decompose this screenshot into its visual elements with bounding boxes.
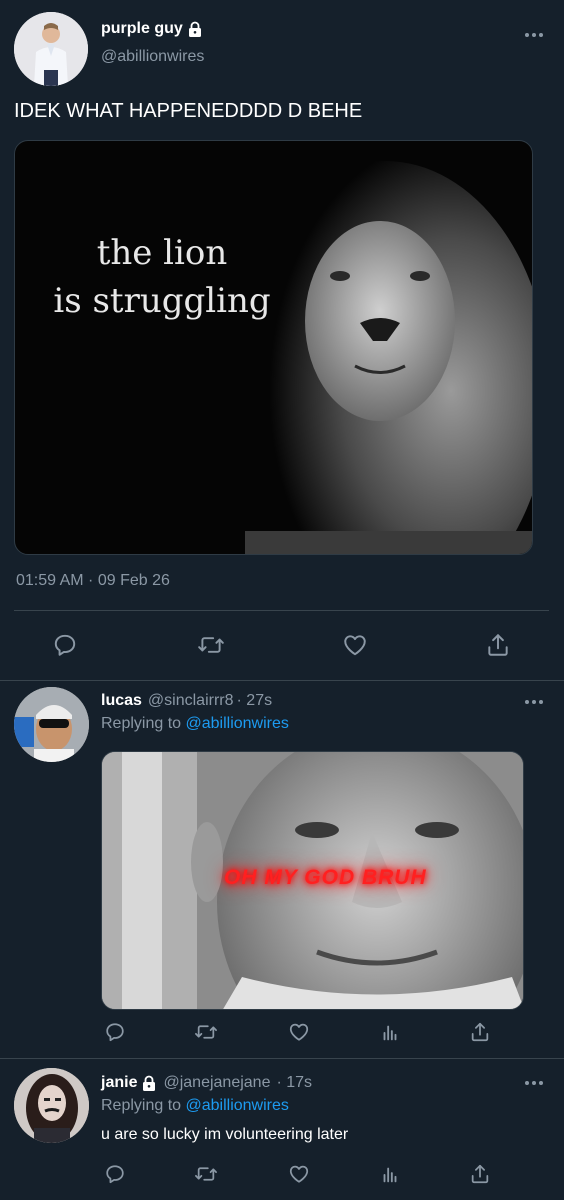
share-icon (471, 1164, 489, 1184)
tweet-text: IDEK WHAT HAPPENEDDDD D BEHE (14, 100, 363, 122)
reply-time: · 17s (276, 1074, 313, 1091)
share-button[interactable] (460, 1154, 500, 1194)
reply-display-name[interactable]: janie (101, 1074, 137, 1092)
lock-icon (143, 1075, 156, 1091)
divider (14, 610, 549, 611)
more-options-icon[interactable] (522, 30, 546, 40)
tweet-image[interactable]: the lion is struggling (14, 140, 533, 555)
like-button[interactable] (279, 1154, 319, 1194)
person-photo-icon (14, 1068, 89, 1143)
person-photo-icon (14, 12, 88, 86)
divider (0, 680, 564, 681)
comment-icon (106, 1165, 124, 1184)
reply-handle[interactable]: @janejanejane (163, 1074, 270, 1092)
reply-avatar-lucas[interactable] (14, 687, 89, 762)
image-overlay-text: OH MY GOD BRUH (224, 866, 427, 889)
author-avatar[interactable] (14, 12, 88, 86)
replying-to-link[interactable]: @abillionwires (186, 715, 289, 732)
more-options-icon[interactable] (522, 697, 546, 707)
retweet-button[interactable] (186, 1012, 226, 1052)
divider (0, 1058, 564, 1059)
reply-time: · 27s (236, 692, 273, 709)
tweet-timestamp: 01:59 AM · 09 Feb 26 (16, 572, 170, 589)
analytics-icon (383, 1167, 397, 1183)
lock-icon (188, 21, 201, 37)
reply-image[interactable]: OH MY GOD BRUH (101, 751, 524, 1010)
share-icon (471, 1022, 489, 1042)
reply-avatar-janie[interactable] (14, 1068, 89, 1143)
reply-button[interactable] (95, 1154, 135, 1194)
author-handle[interactable]: @abillionwires (101, 48, 204, 66)
analytics-icon (383, 1025, 397, 1041)
comment-icon (54, 634, 76, 656)
share-icon (488, 634, 508, 656)
reply-text: u are so lucky im volunteering later (101, 1126, 349, 1143)
person-photo-icon (14, 687, 89, 762)
retweet-icon (195, 1167, 217, 1181)
lion-icon (220, 161, 532, 554)
heart-icon (344, 635, 366, 656)
analytics-button[interactable] (370, 1154, 410, 1194)
replying-to-label: Replying to (101, 1097, 182, 1114)
analytics-button[interactable] (370, 1012, 410, 1052)
more-options-icon[interactable] (522, 1078, 546, 1088)
heart-icon (289, 1023, 309, 1041)
like-button[interactable] (279, 1012, 319, 1052)
reply-button[interactable] (95, 1012, 135, 1052)
like-button[interactable] (335, 625, 375, 665)
image-caption-line2: is struggling (53, 281, 271, 321)
reply-button[interactable] (45, 625, 85, 665)
retweet-icon (195, 1025, 217, 1039)
replying-to-link[interactable]: @abillionwires (186, 1097, 289, 1114)
replying-to-label: Replying to (101, 715, 182, 732)
share-button[interactable] (460, 1012, 500, 1052)
share-button[interactable] (478, 625, 518, 665)
author-display-name[interactable]: purple guy (101, 20, 183, 38)
image-caption-line1: the lion (96, 233, 228, 273)
heart-icon (289, 1165, 309, 1183)
retweet-button[interactable] (186, 1154, 226, 1194)
reply-display-name[interactable]: lucas (101, 692, 142, 710)
retweet-icon (198, 637, 224, 653)
retweet-button[interactable] (191, 625, 231, 665)
reply-handle[interactable]: @sinclairrr8 (148, 692, 234, 710)
comment-icon (106, 1023, 124, 1042)
